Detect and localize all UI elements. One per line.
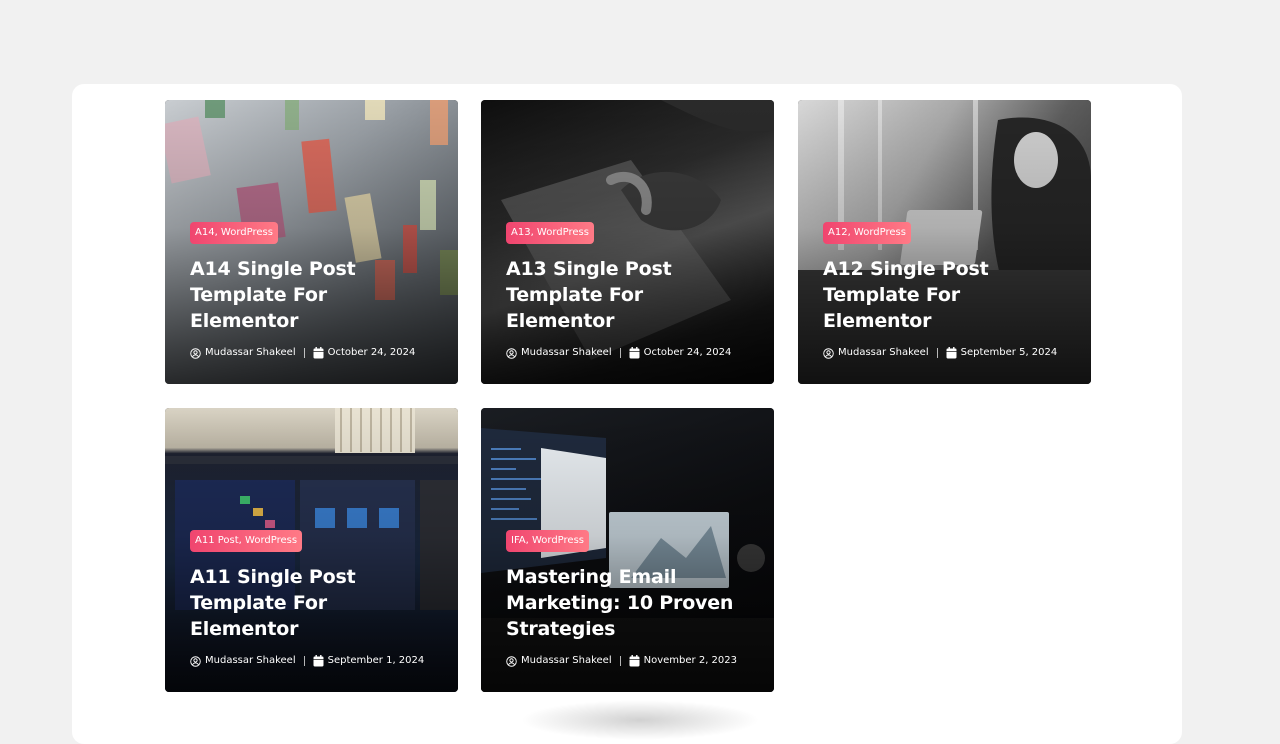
meta-separator [936,348,938,358]
post-author[interactable]: Mudassar Shakeel [205,654,296,668]
post-date: September 5, 2024 [960,347,1058,358]
post-date: November 2, 2023 [643,655,737,666]
category-badge[interactable]: A14, WordPress [190,222,278,244]
category-badge[interactable]: A12, WordPress [823,222,911,244]
calendar-icon [946,347,957,359]
post-date: October 24, 2024 [643,347,732,358]
meta-separator [303,348,305,358]
calendar-icon [313,347,324,359]
calendar-icon [629,347,640,359]
meta-separator [619,656,621,666]
user-circle-icon [190,655,201,667]
category-badge[interactable]: IFA, WordPress [506,530,590,552]
post-author[interactable]: Mudassar Shakeel [205,346,296,360]
user-circle-icon [823,347,834,359]
post-author[interactable]: Mudassar Shakeel [521,346,612,360]
post-card-content: A13, WordPress A13 Single Post Template … [506,220,756,360]
post-title[interactable]: A11 Single Post Template For Elementor [190,564,440,642]
post-card-content: A11 Post, WordPress A11 Single Post Temp… [190,528,440,668]
user-circle-icon [506,655,517,667]
post-author[interactable]: Mudassar Shakeel [838,346,929,360]
post-title[interactable]: A14 Single Post Template For Elementor [190,256,440,334]
post-card[interactable]: IFA, WordPress Mastering Email Marketing… [481,408,774,692]
post-card[interactable]: A14, WordPress A14 Single Post Template … [165,100,458,384]
post-card[interactable]: A12, WordPress A12 Single Post Template … [798,100,1091,384]
user-circle-icon [506,347,517,359]
post-card-content: A14, WordPress A14 Single Post Template … [190,220,440,360]
calendar-icon [313,655,324,667]
post-date: October 24, 2024 [327,347,416,358]
meta-separator [619,348,621,358]
post-meta: Mudassar Shakeel September 1, 2024 [190,654,440,668]
post-title[interactable]: A13 Single Post Template For Elementor [506,256,756,334]
user-circle-icon [190,347,201,359]
meta-separator [303,656,305,666]
post-card[interactable]: A11 Post, WordPress A11 Single Post Temp… [165,408,458,692]
category-badge[interactable]: A11 Post, WordPress [190,530,303,552]
category-badge[interactable]: A13, WordPress [506,222,594,244]
post-meta: Mudassar Shakeel November 2, 2023 [506,654,756,668]
post-card[interactable]: A13, WordPress A13 Single Post Template … [481,100,774,384]
post-meta: Mudassar Shakeel October 24, 2024 [506,346,756,360]
post-title[interactable]: Mastering Email Marketing: 10 Proven Str… [506,564,756,642]
post-author[interactable]: Mudassar Shakeel [521,654,612,668]
calendar-icon [629,655,640,667]
post-meta: Mudassar Shakeel September 5, 2024 [823,346,1073,360]
post-date: September 1, 2024 [327,655,425,666]
post-card-content: A12, WordPress A12 Single Post Template … [823,220,1073,360]
post-meta: Mudassar Shakeel October 24, 2024 [190,346,440,360]
post-title[interactable]: A12 Single Post Template For Elementor [823,256,1073,334]
drop-shadow [520,700,760,740]
post-card-content: IFA, WordPress Mastering Email Marketing… [506,528,756,668]
